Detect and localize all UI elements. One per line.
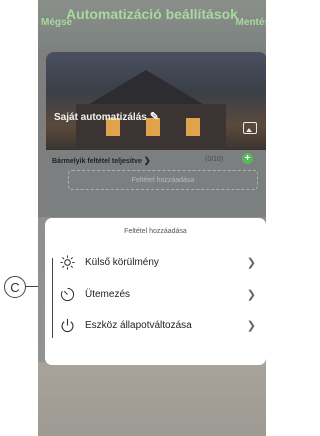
power-icon [59,317,75,333]
chevron-right-icon: ❯ [246,319,256,332]
automation-name: Saját automatizálás [54,112,147,123]
menu-item-label: Külső körülmény [85,256,159,268]
cover-image [46,52,266,150]
sheet-title: Feltétel hozzáadása [124,228,187,235]
page-title: Automatizáció beállítások [66,6,238,22]
callout-bracket [52,258,53,338]
chevron-down-icon: ❯ [143,156,151,165]
house-window [186,118,200,136]
condition-count: (0/10) [205,156,224,163]
automation-name-row[interactable]: Saját automatizálás ✎ [54,110,159,123]
menu-item-label: Eszköz állapotváltozása [85,319,192,331]
automation-card: Saját automatizálás ✎ Bármelyik feltétel … [46,52,266,217]
save-button[interactable]: Mentés [236,17,266,28]
condition-mode-label: Bármelyik feltétel teljesítve [52,158,142,165]
menu-item-schedule[interactable]: Ütemezés ❯ [45,279,266,309]
house-roof [86,70,206,106]
header-bar: Mégse Automatizáció beállítások Mentés [38,0,266,46]
background-bottom [38,362,266,436]
phone-screen: Mégse Automatizáció beállítások Mentés S… [38,0,266,436]
callout-label: C [10,279,20,295]
menu-item-external-condition[interactable]: Külső körülmény ❯ [45,247,266,277]
pencil-icon[interactable]: ✎ [150,110,159,123]
image-icon[interactable] [243,122,257,134]
condition-mode-dropdown[interactable]: Bármelyik feltétel teljesítve ❯ [52,156,151,165]
menu-item-label: Ütemezés [85,288,131,300]
chevron-right-icon: ❯ [246,256,256,269]
menu-item-device-state[interactable]: Eszköz állapotváltozása ❯ [45,310,266,340]
add-condition-button[interactable]: Feltétel hozzáadása [68,170,258,190]
chevron-right-icon: ❯ [246,288,256,301]
sun-icon [59,254,75,270]
add-condition-sheet: Feltétel hozzáadása Külső körülmény ❯ Üt… [45,218,266,365]
timer-icon [59,286,75,302]
callout-marker: C [4,276,26,298]
plus-icon[interactable]: + [242,153,253,164]
